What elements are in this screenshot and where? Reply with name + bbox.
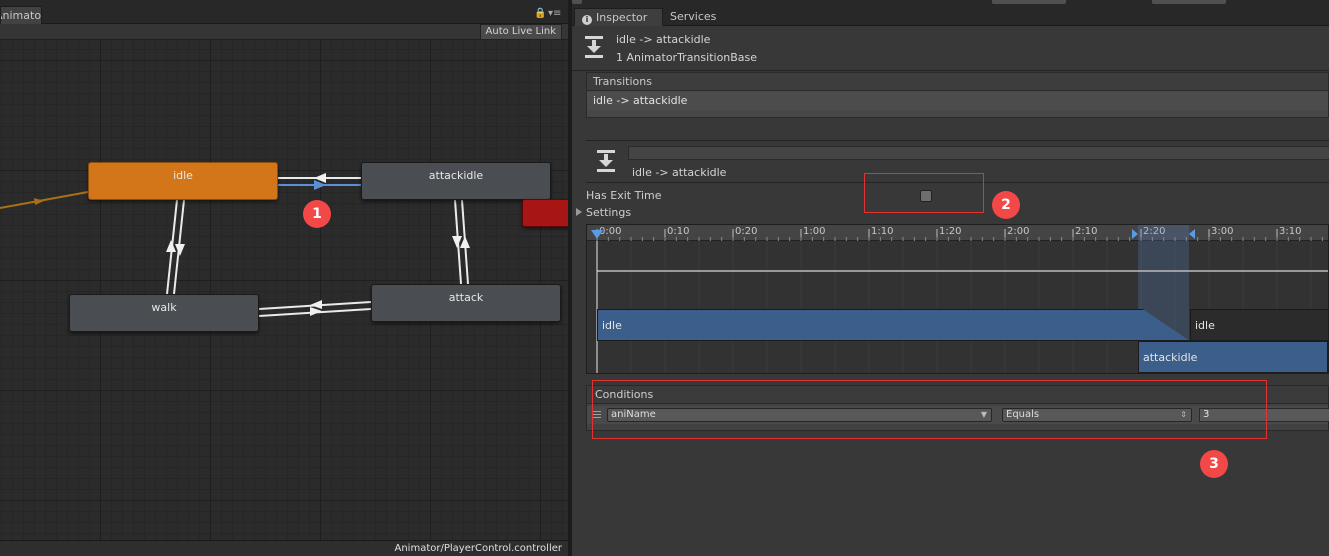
top-toolbar-strip	[572, 0, 1329, 8]
state-attackidle[interactable]: attackidle	[361, 162, 551, 200]
entry-arrowhead	[34, 198, 44, 205]
source-clip-label: idle	[602, 319, 622, 332]
destination-clip[interactable]: attackidle	[1138, 341, 1328, 373]
inspector-window: i Inspector Services idle -> attackidle 1…	[572, 0, 1329, 556]
header-title: idle -> attackidle	[616, 33, 711, 46]
state-walk[interactable]: walk	[69, 294, 259, 332]
state-idle[interactable]: idle	[88, 162, 278, 200]
source-clip[interactable]: idle	[597, 309, 1190, 341]
toolbar-stub	[992, 0, 1066, 4]
state-exit[interactable]	[522, 199, 568, 227]
annotation-badge-2: 2	[992, 191, 1020, 219]
state-label: idle	[173, 169, 193, 182]
toolbar-stub	[1152, 0, 1226, 4]
annotation-highlight-2	[864, 173, 984, 213]
arrowhead	[460, 236, 470, 248]
transition-timeline[interactable]: 0:00 0:10 0:20 1:00 1:10 1:20 2:00 2:10 2:20 3:00…	[586, 224, 1329, 374]
animator-footer: Animator/PlayerControl.controller	[0, 540, 568, 556]
annotation-badge-1: 1	[303, 200, 331, 228]
state-label: walk	[151, 301, 177, 314]
source-clip-after-label: idle	[1195, 319, 1215, 332]
state-label: attack	[448, 291, 484, 304]
info-icon: i	[582, 15, 592, 25]
transition-arrows	[0, 173, 470, 317]
transition-list-item[interactable]: idle -> attackidle	[587, 92, 1328, 110]
arrowhead	[452, 236, 462, 248]
entry-transition[interactable]	[0, 191, 89, 209]
toolbar-stub	[572, 0, 582, 4]
foldout-arrow-icon	[576, 208, 582, 216]
settings-foldout[interactable]: Settings	[576, 206, 631, 222]
transitions-list: Transitions idle -> attackidle	[586, 72, 1329, 118]
transition-title: idle -> attackidle	[632, 166, 727, 179]
transition-icon	[585, 36, 603, 58]
inspector-tabbar: i Inspector Services	[572, 8, 1329, 26]
tab-inspector[interactable]: i Inspector	[574, 8, 663, 26]
settings-label: Settings	[586, 206, 632, 219]
tab-services[interactable]: Services	[670, 8, 716, 26]
transition-end-marker-icon[interactable]	[1189, 229, 1195, 239]
header-subtitle: 1 AnimatorTransitionBase	[616, 51, 758, 64]
unity-editor: Animator 🔒 ▾≡ Auto Live Link	[0, 0, 1329, 556]
transition-name-field[interactable]	[628, 146, 1329, 160]
tab-inspector-label: Inspector	[596, 11, 648, 24]
source-clip-after[interactable]: idle	[1190, 309, 1328, 341]
transition-icon	[597, 150, 615, 172]
animator-window: Animator 🔒 ▾≡ Auto Live Link	[0, 0, 568, 556]
state-label: attackidle	[428, 169, 484, 182]
has-exit-time-label: Has Exit Time	[586, 189, 662, 202]
arrowhead	[175, 244, 185, 256]
transitions-header: Transitions	[587, 73, 1328, 91]
annotation-badge-3: 3	[1200, 450, 1228, 478]
playhead-marker-icon[interactable]	[591, 230, 603, 239]
arrowhead	[166, 240, 176, 252]
controller-path: Animator/PlayerControl.controller	[394, 543, 563, 554]
annotation-highlight-3	[592, 380, 1267, 439]
inspector-header: idle -> attackidle 1 AnimatorTransitionB…	[572, 27, 1329, 71]
transition-start-marker-icon[interactable]	[1132, 229, 1138, 239]
destination-clip-label: attackidle	[1143, 351, 1198, 364]
state-attack[interactable]: attack	[371, 284, 561, 322]
